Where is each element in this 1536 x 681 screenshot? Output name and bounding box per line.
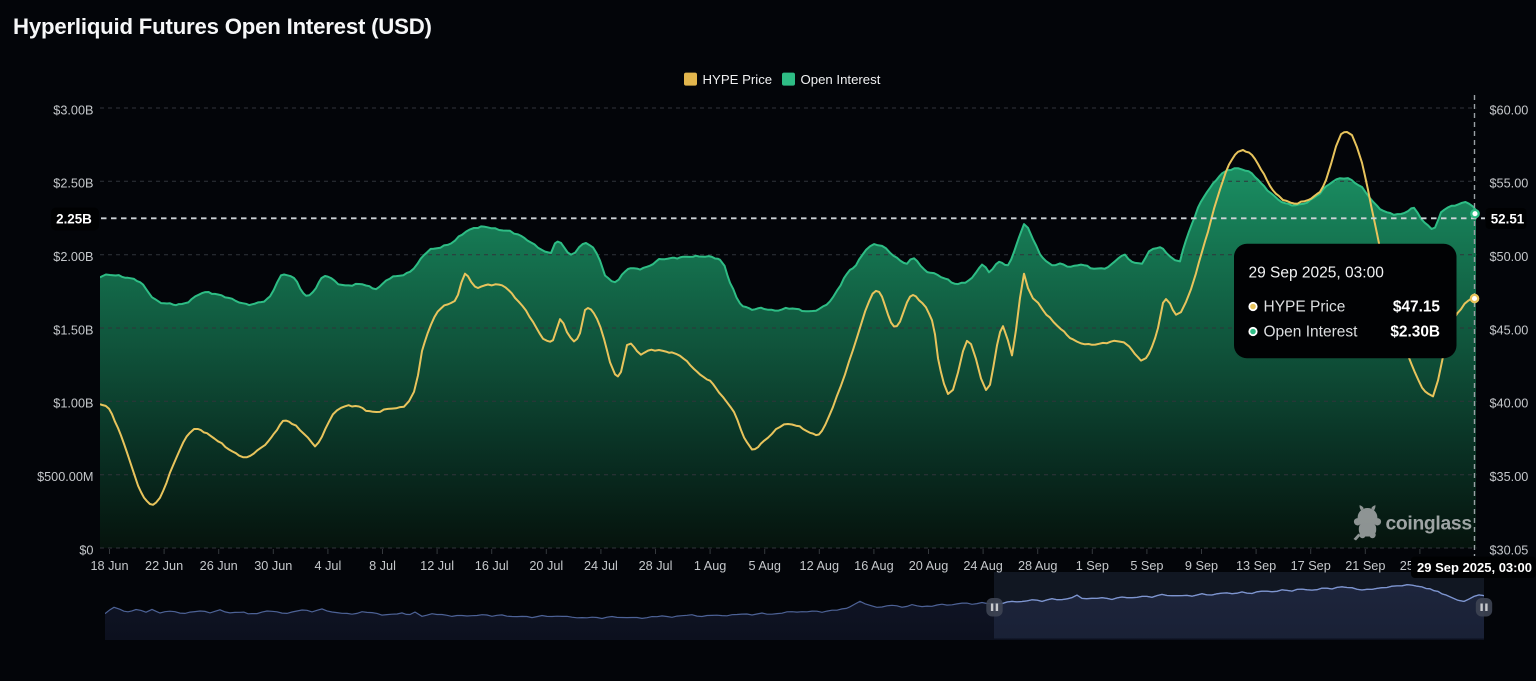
svg-text:$55.00: $55.00 xyxy=(1490,177,1529,191)
svg-text:20 Aug: 20 Aug xyxy=(909,559,949,573)
svg-text:20 Jul: 20 Jul xyxy=(529,559,563,573)
svg-text:18 Jun: 18 Jun xyxy=(90,559,128,573)
svg-text:28 Aug: 28 Aug xyxy=(1018,559,1058,573)
svg-text:30 Jun: 30 Jun xyxy=(254,559,292,573)
svg-text:$2.50B: $2.50B xyxy=(53,177,93,191)
svg-text:$30.05: $30.05 xyxy=(1490,543,1529,557)
svg-text:28 Jul: 28 Jul xyxy=(639,559,673,573)
svg-text:$50.00: $50.00 xyxy=(1490,250,1529,264)
svg-text:12 Jul: 12 Jul xyxy=(420,559,454,573)
svg-text:5 Aug: 5 Aug xyxy=(748,559,780,573)
svg-text:$40.00: $40.00 xyxy=(1490,397,1529,411)
svg-text:17 Sep: 17 Sep xyxy=(1291,559,1331,573)
svg-text:5 Sep: 5 Sep xyxy=(1130,559,1163,573)
svg-text:1 Aug: 1 Aug xyxy=(694,559,726,573)
svg-text:1 Sep: 1 Sep xyxy=(1076,559,1109,573)
svg-text:29 Sep 2025, 03:00: 29 Sep 2025, 03:00 xyxy=(1249,265,1385,282)
svg-text:$45.00: $45.00 xyxy=(1490,323,1529,337)
svg-text:9 Sep: 9 Sep xyxy=(1185,559,1218,573)
svg-text:16 Aug: 16 Aug xyxy=(854,559,894,573)
svg-text:$2.00B: $2.00B xyxy=(53,250,93,264)
svg-text:HYPE Price: HYPE Price xyxy=(703,72,773,87)
svg-text:Open Interest: Open Interest xyxy=(801,72,881,87)
svg-text:$2.30B: $2.30B xyxy=(1390,324,1440,341)
svg-text:21 Sep: 21 Sep xyxy=(1345,559,1385,573)
svg-text:$1.50B: $1.50B xyxy=(53,323,93,337)
svg-text:Hyperliquid Futures Open Inter: Hyperliquid Futures Open Interest (USD) xyxy=(13,14,432,39)
svg-text:8 Jul: 8 Jul xyxy=(369,559,396,573)
svg-text:29 Sep 2025, 03:00: 29 Sep 2025, 03:00 xyxy=(1417,560,1532,575)
svg-text:$47.15: $47.15 xyxy=(1393,299,1441,316)
svg-text:24 Aug: 24 Aug xyxy=(963,559,1003,573)
svg-text:$60.00: $60.00 xyxy=(1490,103,1529,117)
svg-text:13 Sep: 13 Sep xyxy=(1236,559,1276,573)
svg-text:22 Jun: 22 Jun xyxy=(145,559,183,573)
svg-text:16 Jul: 16 Jul xyxy=(475,559,509,573)
svg-text:$0: $0 xyxy=(79,543,93,557)
svg-text:$1.00B: $1.00B xyxy=(53,397,93,411)
svg-text:24 Jul: 24 Jul xyxy=(584,559,618,573)
svg-text:$3.00B: $3.00B xyxy=(53,103,93,117)
svg-text:$500.00M: $500.00M xyxy=(37,470,93,484)
svg-text:52.51: 52.51 xyxy=(1491,211,1525,226)
svg-text:HYPE Price: HYPE Price xyxy=(1264,299,1346,316)
svg-text:$35.00: $35.00 xyxy=(1490,470,1529,484)
svg-text:26 Jun: 26 Jun xyxy=(200,559,238,573)
svg-text:4 Jul: 4 Jul xyxy=(314,559,341,573)
svg-text:2.25B: 2.25B xyxy=(56,211,92,226)
svg-text:coinglass: coinglass xyxy=(1386,514,1472,535)
svg-text:12 Aug: 12 Aug xyxy=(800,559,840,573)
svg-text:Open Interest: Open Interest xyxy=(1264,324,1359,341)
